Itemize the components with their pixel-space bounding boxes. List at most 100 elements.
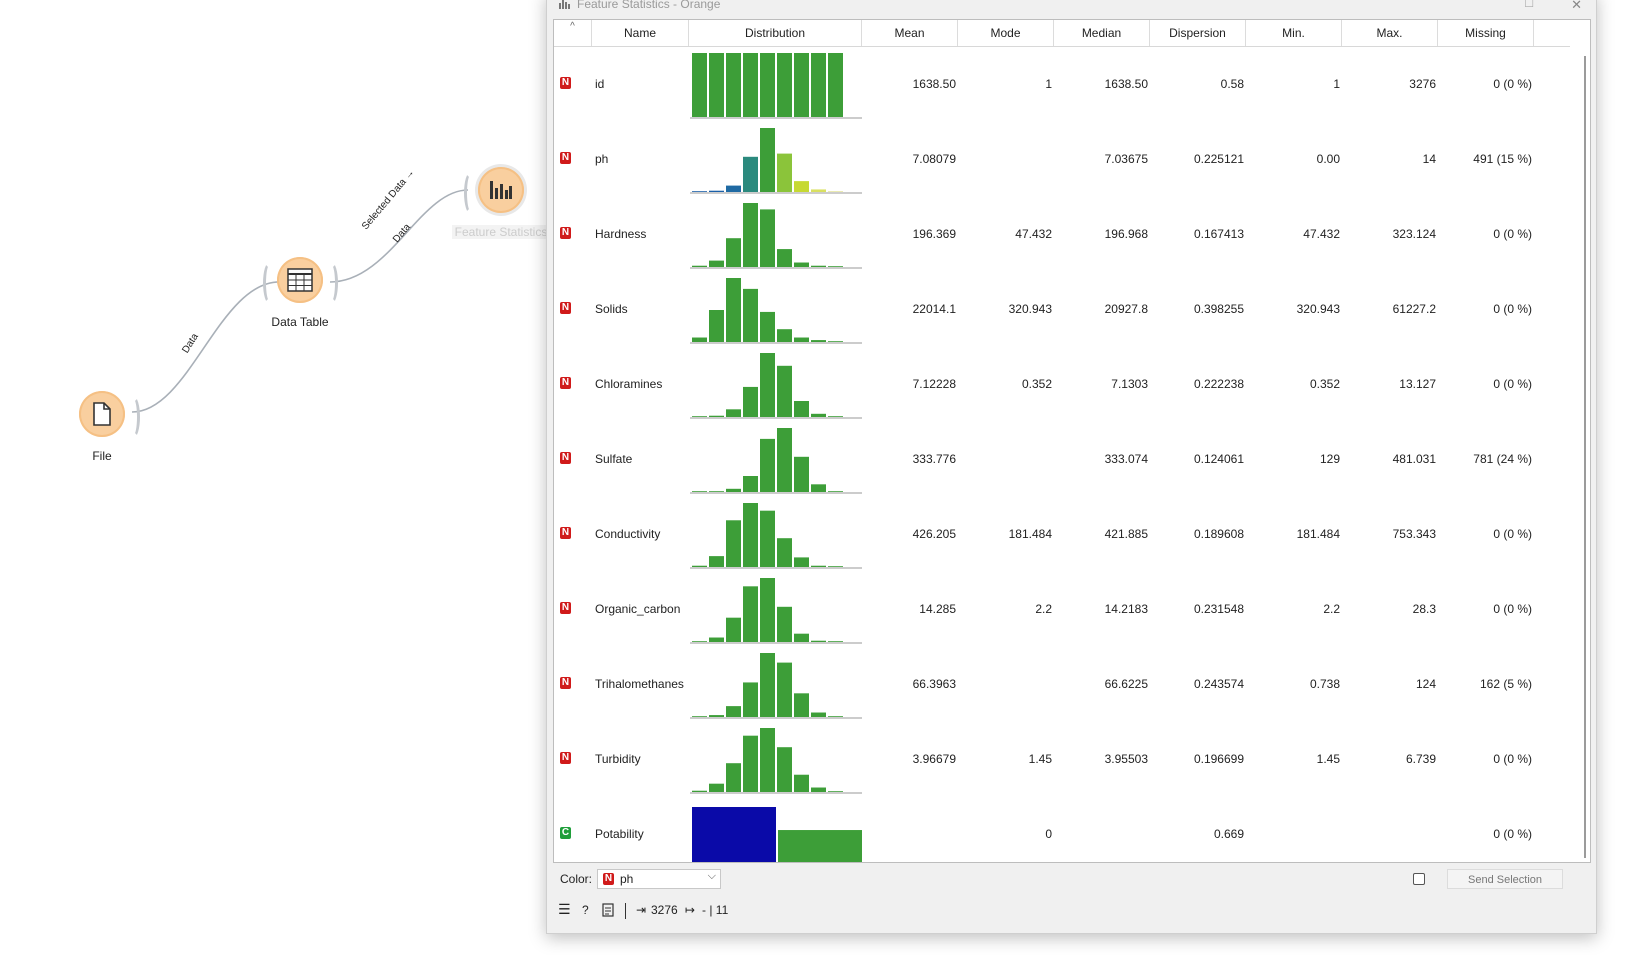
feature-name: Solids — [595, 302, 628, 316]
header-distribution[interactable]: Distribution — [689, 20, 862, 46]
cell-mode — [958, 647, 1054, 722]
header-dispersion[interactable]: Dispersion — [1150, 20, 1246, 46]
feature-name: Trihalomethanes — [595, 677, 684, 691]
cell-median: 20927.8 — [1104, 302, 1148, 316]
file-icon — [93, 402, 111, 426]
histogram-bar — [794, 633, 809, 642]
feature-statistics-node-circle[interactable] — [464, 167, 524, 214]
cell-mean: 1638.50 — [912, 77, 956, 91]
bottom-controls: Color: N ph ⌵ Send Selection ☰ ? ⇥ 3276 … — [547, 867, 1596, 937]
cell-min: 0.738 — [1309, 677, 1340, 691]
cell-min: 0.352 — [1309, 377, 1340, 391]
table-row[interactable]: N Sulfate 333.776 333.074 0.124061 129 481.031… — [554, 422, 1570, 497]
window-app-icon — [559, 0, 570, 9]
cell-median: 66.6225 — [1104, 677, 1148, 691]
histogram-bar — [692, 53, 707, 117]
distribution-histogram — [690, 797, 870, 862]
histogram-bar — [777, 249, 792, 267]
cell-min: 0.00 — [1316, 152, 1340, 166]
feature-statistics-window[interactable]: Feature Statistics - Orange ☐ ✕ ^ Name D… — [546, 0, 1597, 934]
header-mean[interactable]: Mean — [862, 20, 958, 46]
cell-median: 3.95503 — [1104, 752, 1148, 766]
color-select[interactable]: N ph ⌵ — [597, 869, 721, 889]
histogram-bar — [692, 790, 707, 792]
help-icon[interactable]: ? — [582, 903, 589, 917]
file-output-anchor[interactable] — [127, 396, 140, 438]
histogram-bar — [709, 783, 724, 792]
node-feature-statistics[interactable]: Feature Statistics — [446, 167, 556, 239]
distribution-histogram — [690, 197, 870, 272]
histogram-bar — [692, 416, 707, 417]
data-table-input-anchor[interactable] — [263, 262, 276, 304]
cell-median: 333.074 — [1104, 452, 1148, 466]
table-row[interactable]: N Turbidity 3.96679 1.45 3.95503 0.196699 1.45… — [554, 722, 1570, 797]
table-row[interactable]: N Organic_carbon 14.285 2.2 14.2183 0.231548 2… — [554, 572, 1570, 647]
header-missing[interactable]: Missing — [1438, 20, 1534, 46]
table-row[interactable]: N Chloramines 7.12228 0.352 7.1303 0.222238 0.… — [554, 347, 1570, 422]
report-icon[interactable] — [602, 903, 614, 920]
header-min[interactable]: Min. — [1246, 20, 1342, 46]
histogram-bar — [828, 491, 843, 492]
distribution-histogram — [690, 122, 870, 197]
table-row[interactable]: N Trihalomethanes 66.3963 66.6225 0.243574 0.… — [554, 647, 1570, 722]
data-table-node-circle[interactable] — [263, 257, 338, 304]
cell-dispersion: 0.222238 — [1193, 377, 1244, 391]
maximize-icon[interactable]: ☐ — [1524, 0, 1534, 10]
categorical-variable-badge: C — [560, 827, 571, 839]
feature-statistics-input-anchor[interactable] — [464, 172, 477, 214]
cell-median: 421.885 — [1104, 527, 1148, 541]
window-titlebar[interactable]: Feature Statistics - Orange ☐ ✕ — [547, 0, 1596, 17]
close-icon[interactable]: ✕ — [1571, 0, 1582, 13]
cell-mean: 196.369 — [912, 227, 956, 241]
statistics-table[interactable]: ^ Name Distribution Mean Mode Median Dis… — [553, 19, 1591, 863]
table-row[interactable]: N Solids 22014.1 320.943 20927.8 0.398255 320.… — [554, 272, 1570, 347]
numeric-variable-badge: N — [560, 602, 571, 614]
cell-max: 124 — [1415, 677, 1436, 691]
sort-indicator-icon[interactable]: ^ — [554, 20, 592, 46]
histogram-bar — [794, 337, 809, 342]
file-node-circle[interactable] — [79, 391, 140, 438]
color-select-value: ph — [620, 872, 634, 886]
node-label: Feature Statistics — [451, 225, 551, 239]
cell-dispersion: 0.189608 — [1193, 527, 1244, 541]
numeric-variable-badge: N — [560, 152, 571, 164]
histogram-bar — [794, 262, 809, 267]
cell-min — [1246, 797, 1342, 862]
cell-mode — [958, 422, 1054, 497]
header-name[interactable]: Name — [592, 20, 689, 46]
header-mode[interactable]: Mode — [958, 20, 1054, 46]
auto-send-checkbox[interactable] — [1413, 873, 1425, 885]
node-file[interactable]: File — [47, 391, 157, 463]
table-row[interactable]: N Conductivity 426.205 181.484 421.885 0.1896… — [554, 497, 1570, 572]
cell-mean: 66.3963 — [912, 677, 956, 691]
node-data-table[interactable]: Data Table — [245, 257, 355, 329]
vertical-scrollbar[interactable] — [1584, 56, 1586, 858]
header-max[interactable]: Max. — [1342, 20, 1438, 46]
histogram-bar — [811, 265, 826, 267]
histogram-bar — [726, 488, 741, 492]
data-table-output-anchor[interactable] — [325, 262, 338, 304]
cell-min: 129 — [1319, 452, 1340, 466]
cell-max: 61227.2 — [1392, 302, 1436, 316]
histogram-bar — [760, 510, 775, 567]
menu-icon[interactable]: ☰ — [558, 901, 571, 918]
cell-max: 14 — [1422, 152, 1436, 166]
header-median[interactable]: Median — [1054, 20, 1150, 46]
histogram-bar — [777, 428, 792, 492]
table-row[interactable]: N Hardness 196.369 47.432 196.968 0.167413 47.… — [554, 197, 1570, 272]
cell-mean: 426.205 — [912, 527, 956, 541]
table-row[interactable]: C Potability 0 0.669 0 (0 %) — [554, 797, 1570, 862]
table-row[interactable]: Nid 1638.50 1 1638.50 0.58 1 3276 0 (0 %) — [554, 47, 1570, 122]
numeric-variable-badge: N — [603, 873, 614, 885]
histogram-bar — [726, 238, 741, 267]
numeric-variable-badge: N — [560, 752, 571, 764]
histogram-bar — [692, 641, 707, 642]
cell-mean: 7.08079 — [912, 152, 956, 166]
cell-median: 1638.50 — [1104, 77, 1148, 91]
histogram-bar — [828, 716, 843, 717]
feature-name: ph — [595, 152, 609, 166]
histogram-bar — [743, 682, 758, 717]
table-row[interactable]: Nph 7.08079 7.03675 0.225121 0.00 14 491 (15 %… — [554, 122, 1570, 197]
histogram-bar — [760, 653, 775, 717]
send-selection-button[interactable]: Send Selection — [1447, 869, 1563, 889]
